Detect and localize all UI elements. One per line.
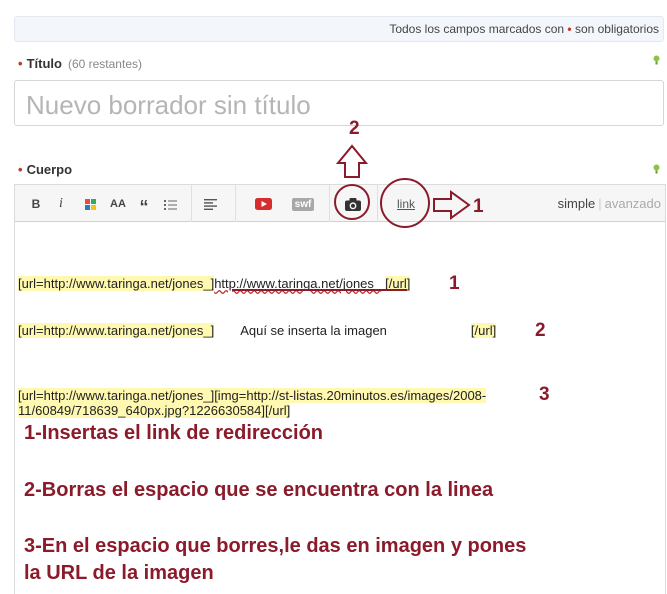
url-open-tag: [url=http://www.taringa.net/jones_]	[18, 276, 215, 291]
bbcode-line-3a: [url=http://www.taringa.net/jones_][img=…	[18, 388, 487, 403]
annotation-number: 1	[449, 273, 460, 294]
toolbar-divider	[329, 185, 330, 222]
bbcode-line-3b: 11/60849/718639_640px.jpg?1226630584][/u…	[18, 403, 291, 418]
link-icon[interactable]: link	[394, 194, 418, 214]
instruction-step-1: 1-Insertas el link de redirección	[24, 422, 324, 444]
body-label: • Cuerpo	[18, 162, 72, 177]
annotation-number: 1	[473, 196, 484, 217]
font-size-icon[interactable]: AA	[109, 194, 127, 214]
title-label-text: Título	[26, 56, 62, 71]
url-img-code-cont: 11/60849/718639_640px.jpg?1226630584][/u…	[18, 403, 291, 418]
editor-mode-switch: simple | avanzado	[558, 196, 661, 211]
quote-icon[interactable]: “	[137, 194, 151, 217]
list-icon[interactable]	[163, 194, 177, 214]
url-close-tag: [/url]	[385, 276, 411, 291]
image-placeholder-text: Aquí se inserta la imagen	[240, 323, 387, 338]
youtube-icon[interactable]	[254, 194, 272, 214]
italic-icon[interactable]: i	[55, 194, 67, 214]
url-open-tag: [url=http://www.taringa.net/jones_]	[18, 323, 215, 338]
title-label: • Título (60 restantes)	[18, 56, 142, 71]
mode-advanced-tab[interactable]: avanzado	[605, 196, 661, 211]
title-input[interactable]: Nuevo borrador sin título	[14, 80, 664, 126]
bbcode-line-1: [url=http://www.taringa.net/jones_]http:…	[18, 276, 411, 291]
hint-icon[interactable]	[653, 164, 660, 174]
editor-toolbar: B i AA “ swf link simple | avanzado	[14, 184, 666, 222]
notice-text-before: Todos los campos marcados con	[389, 22, 568, 36]
bbcode-line-2: [url=http://www.taringa.net/jones_] Aquí …	[18, 323, 497, 338]
toolbar-divider	[191, 185, 192, 222]
annotation-arrow-up	[335, 144, 369, 178]
required-dot: •	[18, 56, 23, 71]
annotation-number: 2	[349, 118, 360, 139]
required-dot: •	[18, 162, 23, 177]
instruction-step-3: 3-En el espacio que borres,le das en ima…	[24, 535, 527, 557]
required-fields-notice: Todos los campos marcados con • son obli…	[14, 16, 664, 42]
camera-icon[interactable]	[344, 194, 362, 214]
title-remaining-count: (60 restantes)	[67, 57, 142, 71]
url-close-tag: [/url]	[470, 323, 497, 338]
url-img-code: [url=http://www.taringa.net/jones_][img=…	[18, 388, 487, 403]
toolbar-divider	[377, 185, 378, 222]
mode-simple-tab[interactable]: simple	[558, 196, 596, 211]
annotation-number: 3	[539, 384, 550, 405]
color-icon[interactable]	[83, 194, 97, 214]
link-text: http://www.taringa.net/jones_	[214, 276, 382, 291]
notice-text-after: son obligatorios	[571, 22, 659, 36]
instruction-step-2: 2-Borras el espacio que se encuentra con…	[24, 479, 494, 501]
mode-divider: |	[598, 196, 602, 211]
bold-icon[interactable]: B	[29, 194, 43, 214]
swf-icon[interactable]: swf	[291, 194, 315, 214]
hint-icon[interactable]	[653, 55, 660, 65]
swf-label: swf	[291, 197, 315, 211]
toolbar-divider	[235, 185, 236, 222]
body-label-text: Cuerpo	[26, 162, 73, 177]
annotation-number: 2	[535, 320, 546, 341]
instruction-step-3-cont: la URL de la imagen	[24, 562, 214, 584]
align-icon[interactable]	[203, 194, 217, 214]
